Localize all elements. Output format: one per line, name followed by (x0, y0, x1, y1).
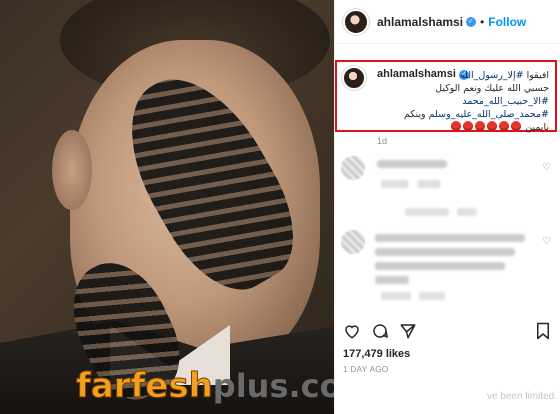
blurred-text (375, 248, 515, 256)
post-photo[interactable]: farfeshplus.com (0, 0, 334, 414)
post-header: ahlamalshamsi ✓ • Follow (335, 0, 560, 44)
angry-face-icon (499, 121, 510, 131)
caption-line-4-text: وينكم (403, 109, 426, 120)
blurred-text (381, 292, 411, 300)
caption-avatar[interactable] (342, 66, 366, 90)
caption-text: افيقوا #إلا_رسول_الله حسبي الله عليك ونع… (369, 69, 549, 134)
comment-icon[interactable] (371, 322, 389, 344)
comment-item (341, 206, 555, 230)
hashtag-link[interactable]: #الا_حبيب_الله_محمد (369, 95, 549, 108)
blurred-text (377, 160, 447, 168)
hashtag-link[interactable]: #محمد_صلى_الله_عليه_وسلم (429, 109, 549, 120)
comment-item: ♡ (341, 230, 555, 306)
blurred-text (419, 292, 445, 300)
angry-face-icon (475, 121, 486, 131)
comment-item: ♡ (341, 156, 555, 196)
watermark-part1: farfesh (76, 366, 214, 407)
angry-emoji-group (450, 121, 522, 133)
blurred-text (375, 234, 525, 242)
blurred-text (381, 180, 409, 188)
angry-face-icon (451, 121, 462, 131)
share-icon[interactable] (399, 322, 417, 344)
blurred-text (417, 180, 441, 188)
follow-button[interactable]: Follow (488, 15, 526, 29)
caption-highlight-box: ahlamalshamsi ✓ افيقوا #إلا_رسول_الله حسب… (335, 60, 557, 134)
caption-line-4: #محمد_صلى_الله_عليه_وسلم وينكم (369, 108, 549, 121)
photo-ear (52, 130, 92, 210)
post-actions-bar (343, 320, 557, 344)
blurred-text (405, 208, 449, 216)
blurred-text (375, 276, 409, 284)
caption-line-2: حسبي الله عليك ونعم الوكيل (435, 83, 549, 94)
caption-timestamp[interactable]: 1d (377, 136, 387, 146)
separator-dot: • (480, 14, 485, 29)
commenter-avatar[interactable] (341, 230, 365, 254)
site-watermark: farfeshplus.com (76, 366, 334, 407)
angry-face-icon (511, 121, 522, 131)
angry-face-icon (463, 121, 474, 131)
verified-badge-icon: ✓ (466, 16, 477, 27)
likes-count[interactable]: 177,479 likes (343, 348, 410, 360)
caption-line-5: نايمين (369, 121, 549, 134)
comment-like-icon[interactable]: ♡ (542, 236, 551, 247)
comments-limited-notice: ve been limited. (486, 391, 557, 402)
bookmark-icon[interactable] (535, 322, 551, 344)
post-sidebar: ahlamalshamsi ✓ • Follow ahlamalshamsi ✓ … (334, 0, 560, 414)
caption-line-5-text: نايمين (525, 122, 549, 133)
avatar[interactable] (343, 8, 369, 35)
header-username[interactable]: ahlamalshamsi (377, 15, 463, 29)
heart-icon[interactable] (343, 322, 361, 344)
hashtag-link[interactable]: #إلا_رسول_الله (460, 70, 524, 81)
caption-line-1: افيقوا #إلا_رسول_الله (369, 69, 549, 82)
comment-like-icon[interactable]: ♡ (542, 162, 551, 173)
post-date[interactable]: 1 DAY AGO (343, 365, 389, 374)
watermark-part2: plus.com (212, 367, 334, 405)
caption-line-1-text: افيقوا (526, 70, 549, 81)
angry-face-icon (487, 121, 498, 131)
blurred-text (457, 208, 477, 216)
blurred-text (375, 262, 505, 270)
commenter-avatar[interactable] (341, 156, 365, 180)
